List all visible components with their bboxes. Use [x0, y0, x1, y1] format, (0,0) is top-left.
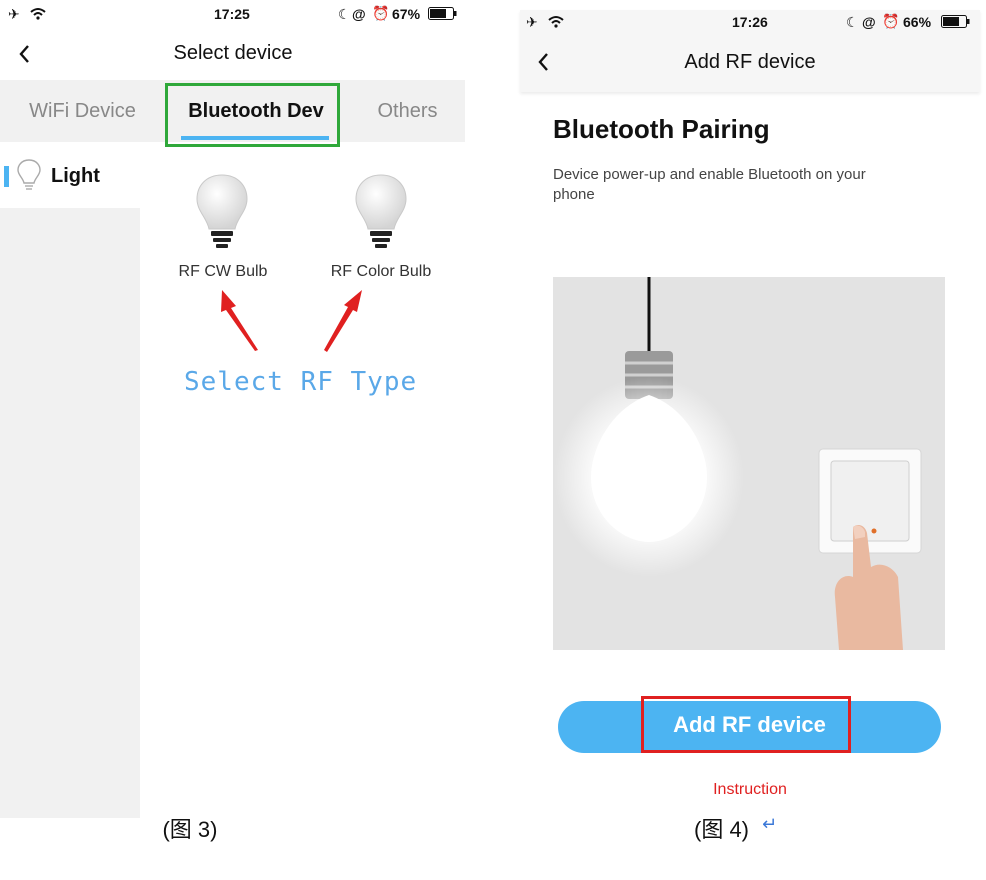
page-title: Add RF device: [684, 51, 816, 73]
alarm-icon: ⏰: [882, 13, 900, 29]
sidebar-item-light[interactable]: Light: [51, 165, 100, 188]
battery-percent: 67%: [392, 6, 421, 22]
sidebar-active-indicator: [4, 166, 9, 187]
alarm-icon: ⏰: [372, 5, 390, 21]
lightbulb-icon: [17, 159, 41, 190]
rf-cw-bulb-label[interactable]: RF CW Bulb: [158, 263, 288, 281]
rf-cw-bulb-icon[interactable]: [194, 173, 250, 257]
highlight-box-green: [165, 83, 340, 147]
instruction-link[interactable]: Instruction: [680, 781, 820, 799]
tab-wifi-device[interactable]: WiFi Device: [10, 80, 155, 142]
pairing-description: Device power-up and enable Bluetooth on …: [553, 166, 866, 203]
moon-icon: ☾: [846, 14, 859, 30]
lock-rotation-icon: @: [862, 14, 876, 30]
rf-color-bulb-label[interactable]: RF Color Bulb: [316, 263, 446, 281]
wifi-icon: [30, 8, 46, 20]
pairing-heading: Bluetooth Pairing: [553, 114, 770, 144]
pairing-illustration: [553, 277, 945, 650]
sidebar-panel: [0, 208, 140, 818]
highlight-box-red: [641, 696, 851, 753]
tab-others[interactable]: Others: [360, 80, 455, 142]
moon-icon: ☾: [338, 6, 351, 22]
annotation-arrows: [221, 290, 362, 352]
status-time: 17:25: [214, 6, 250, 22]
back-icon[interactable]: [537, 52, 549, 72]
hanging-bulb-and-switch-image: [554, 277, 922, 650]
return-arrow-icon: ↵: [762, 814, 778, 834]
battery-percent: 66%: [903, 14, 932, 30]
airplane-icon: ✈: [8, 6, 20, 22]
status-time: 17:26: [732, 14, 768, 30]
wifi-icon: [548, 16, 564, 28]
back-icon[interactable]: [18, 44, 30, 64]
caption-figure-3: (图 3): [162, 817, 218, 842]
page-title: Select device: [173, 42, 293, 64]
battery-icon: [428, 7, 457, 20]
battery-icon: [941, 15, 970, 28]
annotation-text: Select RF Type: [184, 367, 418, 397]
lock-rotation-icon: @: [352, 6, 366, 22]
airplane-icon: ✈: [526, 14, 538, 30]
caption-figure-4: (图 4): [694, 817, 750, 842]
rf-color-bulb-icon[interactable]: [353, 173, 409, 257]
